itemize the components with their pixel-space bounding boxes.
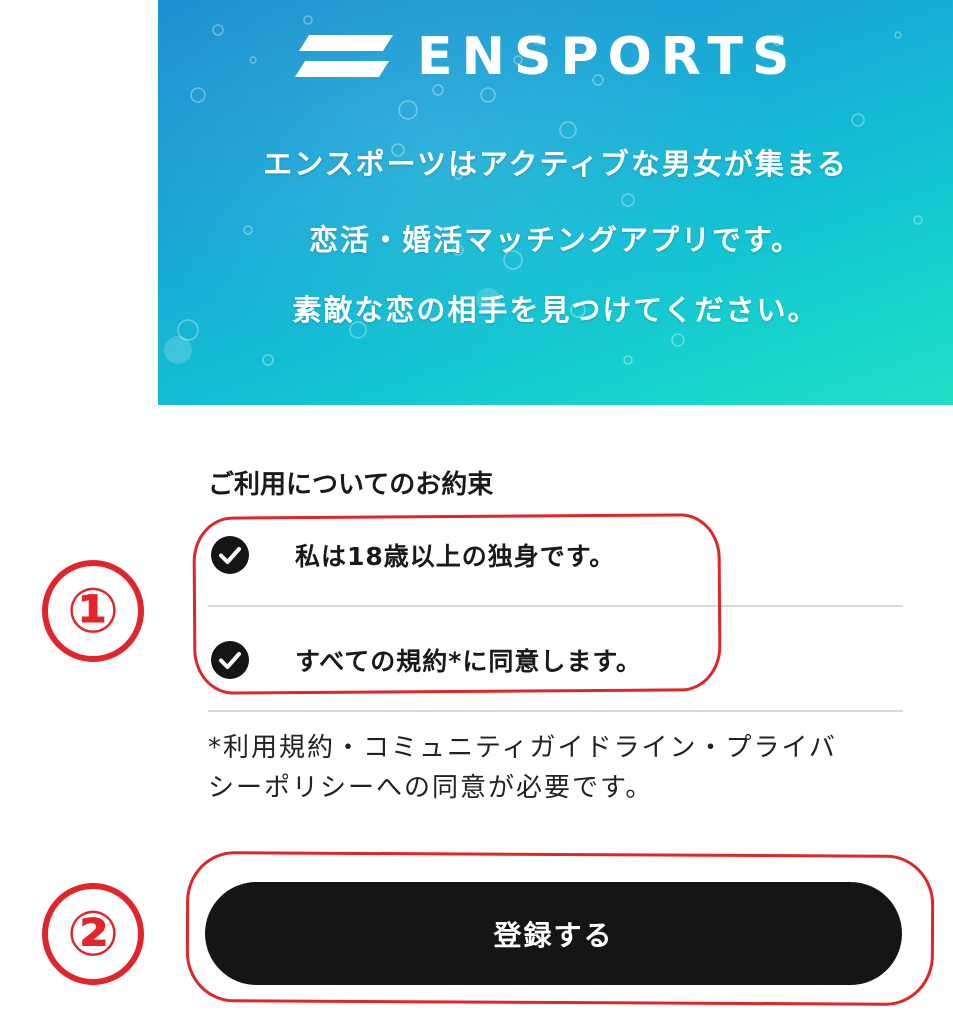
- terms-note-line-1: *利用規約・コミュニティガイドライン・プライバ: [208, 733, 837, 763]
- annotation-marker-1: ①: [42, 560, 144, 662]
- agree-terms-checkbox[interactable]: すべての規約*に同意します。: [208, 630, 903, 690]
- divider: [208, 710, 903, 712]
- brand-logo: ENSPORTS: [295, 30, 798, 84]
- terms-note: *利用規約・コミュニティガイドライン・プライバ シーポリシーへの同意が必要です。: [208, 728, 928, 808]
- check-circle-icon: [211, 536, 249, 574]
- ensports-logo-icon: [295, 35, 393, 77]
- tagline-line-3: 素敵な恋の相手を見つけてください。: [292, 293, 819, 327]
- agree-age-single-checkbox[interactable]: 私は18歳以上の独身です。: [208, 525, 903, 585]
- divider: [208, 605, 903, 607]
- tagline-line-1: エンスポーツはアクティブな男女が集まる: [263, 147, 848, 181]
- agreement-title: ご利用についてのお約束: [208, 470, 494, 500]
- agree-terms-label: すべての規約*に同意します。: [295, 647, 642, 676]
- tagline-line-2: 恋活・婚活マッチングアプリです。: [308, 223, 803, 257]
- hero-banner: ENSPORTS エンスポーツはアクティブな男女が集まる 恋活・婚活マッチングア…: [158, 0, 953, 405]
- annotation-marker-2: ②: [42, 883, 144, 985]
- brand-name: ENSPORTS: [417, 27, 799, 87]
- agree-age-single-label: 私は18歳以上の独身です。: [295, 542, 616, 571]
- check-circle-icon: [211, 641, 249, 679]
- terms-note-line-2: シーポリシーへの同意が必要です。: [208, 773, 654, 803]
- signup-screen: ENSPORTS エンスポーツはアクティブな男女が集まる 恋活・婚活マッチングア…: [0, 0, 953, 1024]
- register-button[interactable]: 登録する: [205, 882, 902, 985]
